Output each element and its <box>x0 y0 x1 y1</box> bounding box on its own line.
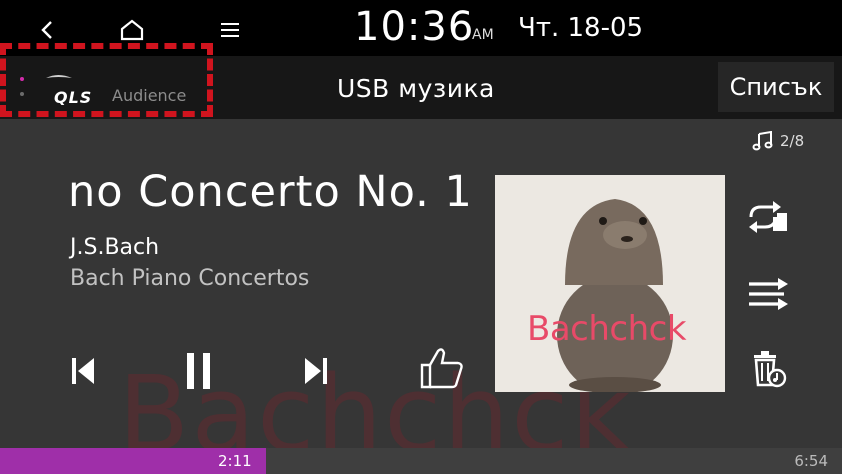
repeat-button[interactable] <box>744 195 792 239</box>
shuffle-button[interactable] <box>744 271 792 315</box>
thumbs-up-icon <box>420 348 463 389</box>
delete-button[interactable] <box>744 347 792 391</box>
pause-button[interactable] <box>174 347 224 395</box>
album-art-text: Bachchck <box>527 309 687 349</box>
repeat-icon <box>749 201 787 233</box>
song-title: no Concerto No. 1 <box>68 167 473 217</box>
track-counter: 2/8 <box>752 131 804 151</box>
back-icon <box>41 21 52 39</box>
previous-icon <box>72 358 94 384</box>
next-button[interactable] <box>291 347 341 395</box>
like-button[interactable] <box>414 341 470 395</box>
music-note-icon <box>752 131 773 151</box>
highlight-frame <box>0 43 213 117</box>
artist-name: J.S.Bach <box>70 235 160 260</box>
date-label: Чт. 18-05 <box>518 13 644 43</box>
previous-button[interactable] <box>58 347 108 395</box>
delete-icon <box>754 351 787 388</box>
progress-bar[interactable]: 2:11 6:54 <box>0 448 842 474</box>
player-area: Bachchck 2/8 no Concerto No. 1 J.S.Bach … <box>0 119 842 448</box>
list-button[interactable]: Списък <box>718 62 834 112</box>
ampm-label: AM <box>472 27 494 43</box>
page-title: USB музика <box>337 74 495 103</box>
elapsed-time: 2:11 <box>218 452 252 470</box>
shuffle-icon <box>749 278 788 310</box>
next-icon <box>305 358 327 384</box>
album-art: Bachchck <box>495 175 725 392</box>
pause-icon <box>187 353 210 389</box>
track-counter-label: 2/8 <box>780 132 805 150</box>
home-icon <box>120 19 144 41</box>
seal-image <box>557 199 673 392</box>
menu-icon <box>221 23 239 37</box>
album-name: Bach Piano Concertos <box>70 266 310 291</box>
menu-button[interactable] <box>210 10 250 50</box>
clock: 10:36 <box>354 4 475 50</box>
total-time: 6:54 <box>794 452 828 470</box>
